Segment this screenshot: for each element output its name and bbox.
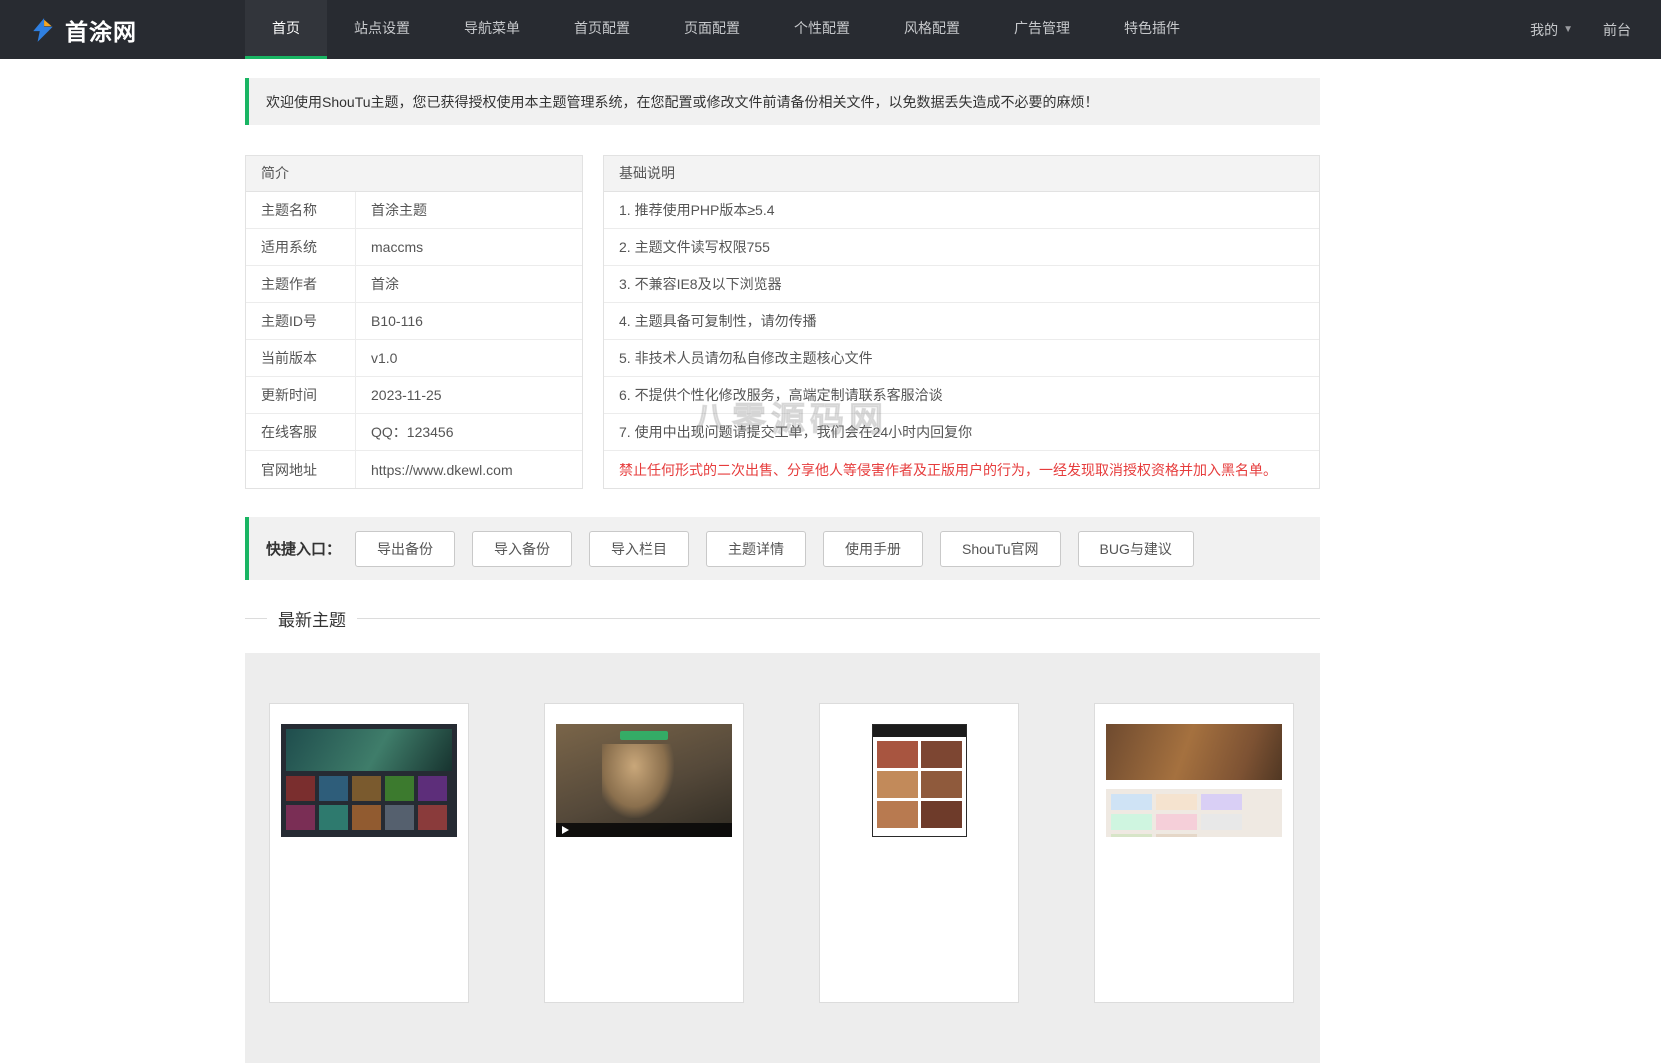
theme-detail-button[interactable]: 主题详情: [706, 531, 806, 567]
nav-item-homepage-config[interactable]: 首页配置: [547, 0, 657, 59]
intro-row-value: QQ：123456: [356, 414, 454, 450]
intro-panel-title: 简介: [246, 156, 582, 192]
intro-row-value: 首涂主题: [356, 192, 427, 228]
export-backup-button[interactable]: 导出备份: [355, 531, 455, 567]
logo-text: 首涂网: [65, 13, 137, 47]
latest-themes-section-header: 最新主题: [245, 606, 1320, 631]
main-content: 欢迎使用ShouTu主题，您已获得授权使用本主题管理系统，在您配置或修改文件前请…: [245, 78, 1320, 1063]
theme-card[interactable]: [819, 703, 1019, 1003]
frontend-link[interactable]: 前台: [1603, 20, 1631, 40]
note-row: 6. 不提供个性化修改服务，高端定制请联系客服洽谈: [604, 377, 1319, 414]
latest-themes-title: 最新主题: [278, 606, 346, 631]
intro-row: 主题ID号 B10-116: [246, 303, 582, 340]
nav-item-home[interactable]: 首页: [245, 0, 327, 59]
my-account-dropdown[interactable]: 我的 ▼: [1530, 20, 1573, 40]
intro-row-value: 首涂: [356, 266, 399, 302]
license-warning-text: 禁止任何形式的二次出售、分享他人等侵害作者及正版用户的行为，一经发现取消授权资格…: [604, 451, 1319, 488]
intro-row-label: 更新时间: [246, 377, 356, 413]
theme-card[interactable]: [1094, 703, 1294, 1003]
note-row: 5. 非技术人员请勿私自修改主题核心文件: [604, 340, 1319, 377]
nav-item-site-settings[interactable]: 站点设置: [327, 0, 437, 59]
theme-thumbnail: [556, 724, 732, 837]
intro-row: 主题作者 首涂: [246, 266, 582, 303]
intro-row-value: B10-116: [356, 303, 423, 339]
import-category-button[interactable]: 导入栏目: [589, 531, 689, 567]
frontend-label: 前台: [1603, 20, 1631, 40]
note-row: 4. 主题具备可复制性，请勿传播: [604, 303, 1319, 340]
divider-line: [357, 618, 1320, 619]
quick-entry-label: 快捷入口：: [266, 538, 341, 559]
note-row: 3. 不兼容IE8及以下浏览器: [604, 266, 1319, 303]
intro-row: 主题名称 首涂主题: [246, 192, 582, 229]
theme-thumbnail: [281, 724, 457, 837]
note-row: 2. 主题文件读写权限755: [604, 229, 1319, 266]
user-manual-button[interactable]: 使用手册: [823, 531, 923, 567]
intro-row-value: v1.0: [356, 340, 397, 376]
intro-row: 更新时间 2023-11-25: [246, 377, 582, 414]
theme-thumbnail: [1106, 724, 1282, 837]
nav-item-featured-plugins[interactable]: 特色插件: [1097, 0, 1207, 59]
play-icon: [562, 826, 569, 834]
info-panels: 简介 主题名称 首涂主题 适用系统 maccms 主题作者 首涂 主题ID号 B…: [245, 155, 1320, 489]
official-site-url: https://www.dkewl.com: [356, 451, 513, 488]
intro-row-label: 主题作者: [246, 266, 356, 302]
intro-row-value: 2023-11-25: [356, 377, 442, 413]
welcome-alert: 欢迎使用ShouTu主题，您已获得授权使用本主题管理系统，在您配置或修改文件前请…: [245, 78, 1320, 125]
intro-row-label: 官网地址: [246, 451, 356, 488]
note-row: 1. 推荐使用PHP版本≥5.4: [604, 192, 1319, 229]
intro-row: 在线客服 QQ：123456: [246, 414, 582, 451]
intro-row: 当前版本 v1.0: [246, 340, 582, 377]
intro-row-label: 适用系统: [246, 229, 356, 265]
welcome-alert-text: 欢迎使用ShouTu主题，您已获得授权使用本主题管理系统，在您配置或修改文件前请…: [266, 92, 1099, 112]
notes-panel-title: 基础说明: [604, 156, 1319, 192]
latest-themes-grid: [245, 653, 1320, 1063]
intro-row: 适用系统 maccms: [246, 229, 582, 266]
navbar-right: 我的 ▼ 前台: [1530, 0, 1661, 59]
chevron-down-icon: ▼: [1563, 24, 1573, 35]
theme-card[interactable]: [269, 703, 469, 1003]
intro-row-value: maccms: [356, 229, 423, 265]
import-backup-button[interactable]: 导入备份: [472, 531, 572, 567]
quick-entry-bar: 快捷入口： 导出备份 导入备份 导入栏目 主题详情 使用手册 ShouTu官网 …: [245, 517, 1320, 580]
nav-item-page-config[interactable]: 页面配置: [657, 0, 767, 59]
my-account-label: 我的: [1530, 20, 1558, 40]
notes-panel: 基础说明 1. 推荐使用PHP版本≥5.4 2. 主题文件读写权限755 3. …: [603, 155, 1320, 489]
theme-card[interactable]: [544, 703, 744, 1003]
intro-row-label: 主题ID号: [246, 303, 356, 339]
intro-row: 官网地址 https://www.dkewl.com: [246, 451, 582, 488]
main-nav: 首页 站点设置 导航菜单 首页配置 页面配置 个性配置 风格配置 广告管理 特色…: [245, 0, 1207, 59]
intro-row-label: 在线客服: [246, 414, 356, 450]
divider-line: [245, 618, 267, 619]
nav-item-style-config[interactable]: 风格配置: [877, 0, 987, 59]
note-row: 7. 使用中出现问题请提交工单，我们会在24小时内回复你: [604, 414, 1319, 451]
intro-panel: 简介 主题名称 首涂主题 适用系统 maccms 主题作者 首涂 主题ID号 B…: [245, 155, 583, 489]
nav-item-ad-management[interactable]: 广告管理: [987, 0, 1097, 59]
intro-row-label: 当前版本: [246, 340, 356, 376]
top-navbar: 首涂网 首页 站点设置 导航菜单 首页配置 页面配置 个性配置 风格配置 广告管…: [0, 0, 1661, 59]
nav-item-nav-menu[interactable]: 导航菜单: [437, 0, 547, 59]
bug-suggestion-button[interactable]: BUG与建议: [1078, 531, 1194, 567]
theme-thumbnail: [872, 724, 967, 837]
logo[interactable]: 首涂网: [0, 0, 215, 59]
intro-row-label: 主题名称: [246, 192, 356, 228]
logo-icon: [30, 17, 56, 43]
official-site-button[interactable]: ShouTu官网: [940, 531, 1061, 567]
nav-item-personal-config[interactable]: 个性配置: [767, 0, 877, 59]
